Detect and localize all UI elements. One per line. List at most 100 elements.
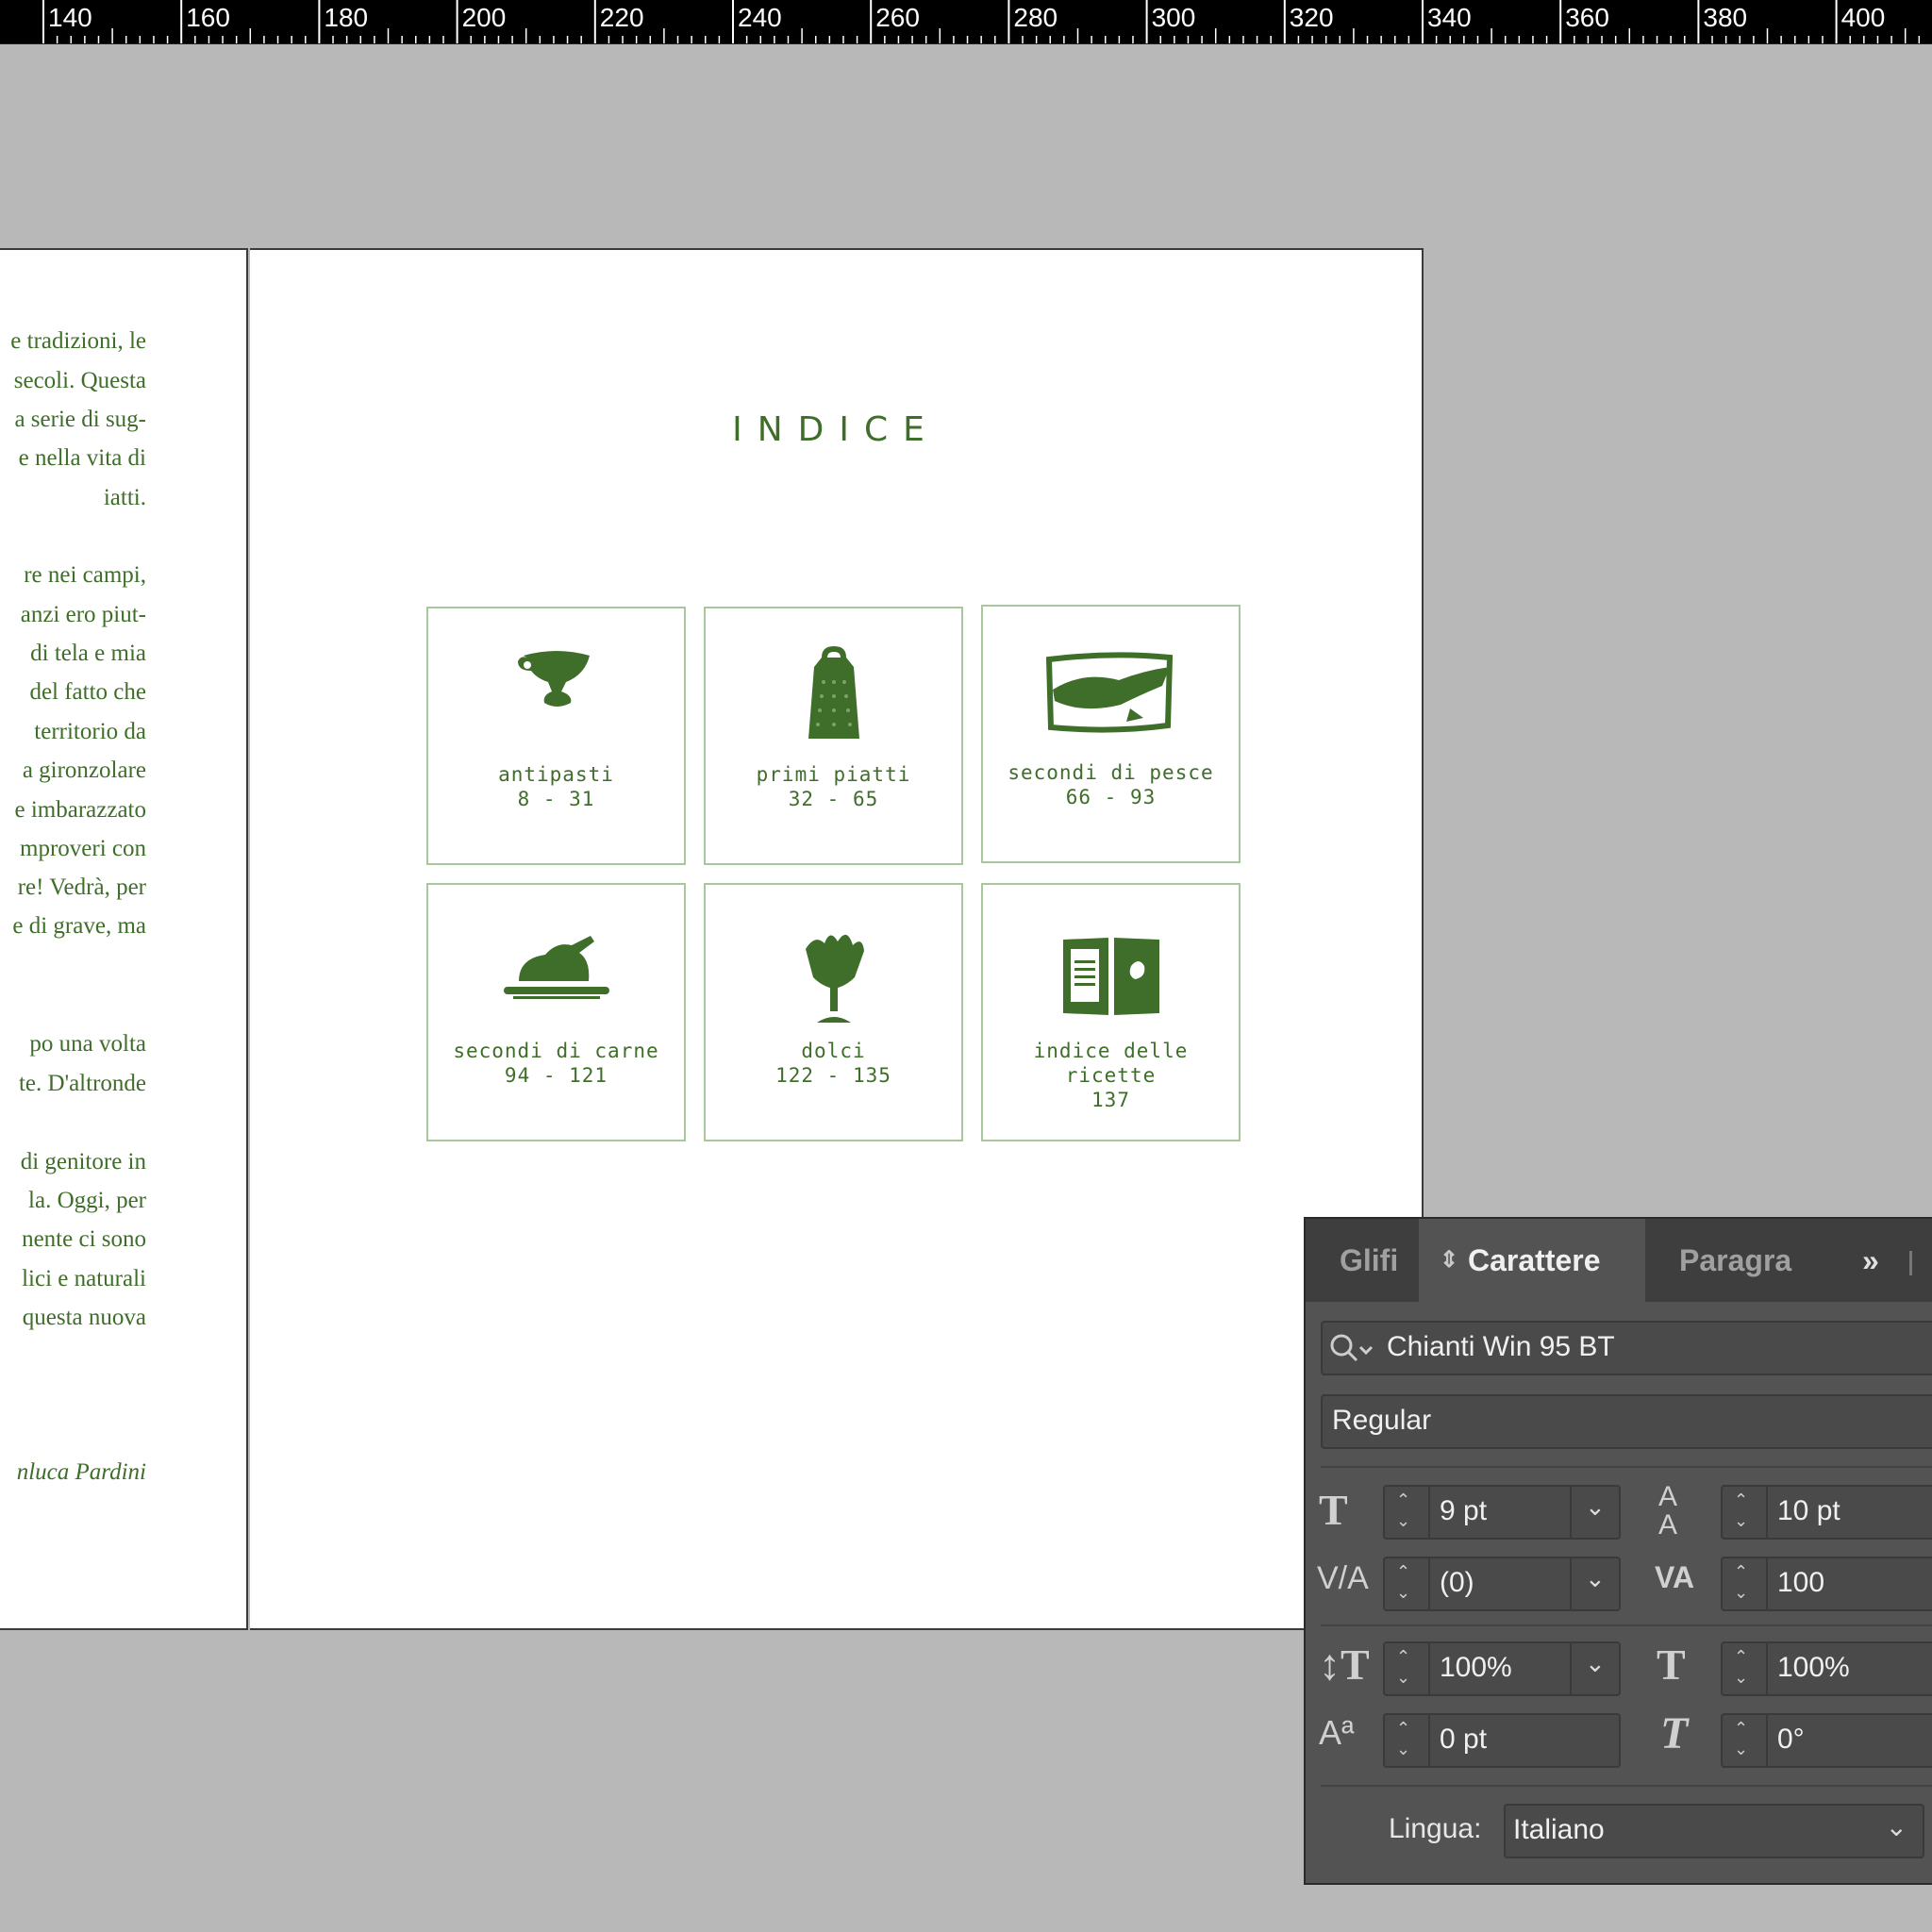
- grater-icon: [808, 646, 859, 739]
- ruler-label: 300: [1152, 3, 1196, 32]
- horizontal-scale-field[interactable]: ⌃ ⌄ 100%: [1721, 1641, 1932, 1696]
- text-line: di tela e mia: [30, 641, 146, 666]
- font-size-stepper[interactable]: ⌃ ⌄: [1385, 1487, 1430, 1538]
- card-label: antipasti 8 - 31: [498, 763, 614, 810]
- sundae-icon: [805, 934, 864, 1023]
- card-dolci[interactable]: dolci 122 - 135: [704, 883, 963, 1141]
- card-indice-delle-ricette[interactable]: indice delle ricette 137: [981, 883, 1241, 1141]
- horizontal-scale-icon: T: [1657, 1641, 1686, 1689]
- separator: [1321, 1785, 1932, 1787]
- text-line: e di grave, ma: [12, 913, 146, 939]
- leading-field[interactable]: ⌃ ⌄ 10 pt: [1721, 1485, 1932, 1540]
- text-line: iatti.: [103, 485, 146, 510]
- tab-paragrafo[interactable]: Paragra: [1679, 1219, 1792, 1302]
- card-secondi-di-carne[interactable]: secondi di carne 94 - 121: [426, 883, 686, 1141]
- separator: [1321, 1466, 1932, 1468]
- ruler-label: 200: [462, 3, 507, 32]
- baseline-shift-field[interactable]: ⌃ ⌄ 0 pt: [1383, 1713, 1621, 1768]
- font-size-field[interactable]: ⌃ ⌄ 9 pt ⌄: [1383, 1485, 1621, 1540]
- character-panel[interactable]: Glifi ⇕ Carattere Paragra » Chianti Win …: [1304, 1217, 1932, 1885]
- gravy-boat-icon: [517, 651, 590, 707]
- text-line: lici e naturali: [22, 1266, 146, 1291]
- card-primi-piatti[interactable]: primi piatti 32 - 65: [704, 607, 963, 865]
- kerning-value: (0): [1440, 1567, 1474, 1598]
- vertical-scale-value: 100%: [1440, 1652, 1512, 1683]
- left-page: e tradizioni, le secoli. Questa a serie di…: [0, 248, 248, 1630]
- tracking-icon: VA: [1655, 1560, 1695, 1594]
- ruler-label: 260: [875, 3, 920, 32]
- horizontal-ruler[interactable]: 140 160 180 200 220 240 260 280 300 320 340 360 380 4…: [0, 0, 1932, 44]
- ruler-label: 320: [1290, 3, 1334, 32]
- chevron-down-icon: ⌄: [1885, 1812, 1907, 1841]
- tracking-stepper[interactable]: ⌃ ⌄: [1723, 1558, 1768, 1609]
- ruler-label: 160: [186, 3, 230, 32]
- tab-carattere-label: Carattere: [1468, 1243, 1601, 1277]
- vertical-scale-field[interactable]: ⌃ ⌄ 100% ⌄: [1383, 1641, 1621, 1696]
- card-label: secondi di pesce 66 - 93: [1008, 761, 1214, 808]
- text-line: e tradizioni, le: [10, 328, 146, 354]
- panel-divider: [1909, 1251, 1912, 1275]
- text-line: e nella vita di: [18, 445, 146, 471]
- ruler-label: 340: [1427, 3, 1472, 32]
- separator: [1321, 1624, 1932, 1626]
- font-style-field[interactable]: Regular: [1321, 1394, 1932, 1449]
- chevron-down-icon[interactable]: ⌄: [1570, 1487, 1619, 1538]
- ruler-label: 140: [48, 3, 92, 32]
- vertical-scale-stepper[interactable]: ⌃ ⌄: [1385, 1643, 1430, 1694]
- text-line: a serie di sug-: [14, 407, 146, 432]
- ruler-label: 280: [1013, 3, 1058, 32]
- font-family-value: Chianti Win 95 BT: [1387, 1331, 1615, 1362]
- leading-stepper[interactable]: ⌃ ⌄: [1723, 1487, 1768, 1538]
- language-select[interactable]: Italiano ⌄: [1504, 1804, 1924, 1858]
- text-line: te. D'altronde: [18, 1071, 146, 1096]
- card-antipasti[interactable]: antipasti 8 - 31: [426, 607, 686, 865]
- skew-field[interactable]: ⌃ ⌄ 0°: [1721, 1713, 1932, 1768]
- card-label: secondi di carne 94 - 121: [453, 1040, 659, 1087]
- author-signature: nluca Pardini: [16, 1459, 146, 1485]
- open-book-icon: [1062, 938, 1159, 1015]
- ruler-label: 400: [1841, 3, 1886, 32]
- ruler-label: 240: [738, 3, 782, 32]
- fish-platter-icon: [1045, 652, 1173, 733]
- text-line: e imbarazzato: [14, 797, 147, 823]
- skew-icon: T: [1660, 1708, 1689, 1758]
- font-size-value: 9 pt: [1440, 1495, 1488, 1526]
- panel-tab-bar: Glifi ⇕ Carattere Paragra »: [1306, 1219, 1932, 1302]
- baseline-shift-stepper[interactable]: ⌃ ⌄: [1385, 1715, 1430, 1766]
- horizontal-scale-stepper[interactable]: ⌃ ⌄: [1723, 1643, 1768, 1694]
- tab-carattere[interactable]: ⇕ Carattere: [1419, 1219, 1645, 1302]
- text-line: territorio da: [34, 719, 146, 744]
- chevron-down-icon[interactable]: ⌄: [1570, 1558, 1619, 1609]
- leading-icon: AA: [1658, 1481, 1678, 1541]
- skew-value: 0°: [1777, 1724, 1805, 1755]
- text-line: mproveri con: [20, 836, 146, 861]
- font-family-field[interactable]: Chianti Win 95 BT: [1321, 1321, 1932, 1375]
- baseline-shift-value: 0 pt: [1440, 1724, 1488, 1755]
- card-label: indice delle ricette 137: [1033, 1040, 1189, 1111]
- vertical-scale-icon: ↕T: [1319, 1641, 1370, 1689]
- kerning-field[interactable]: ⌃ ⌄ (0) ⌄: [1383, 1557, 1621, 1611]
- text-line: nente ci sono: [22, 1226, 146, 1252]
- index-page: INDICE antipasti 8 - 31 primi piatti 32 …: [250, 248, 1424, 1630]
- language-value: Italiano: [1513, 1814, 1605, 1845]
- tab-glifi[interactable]: Glifi: [1340, 1219, 1398, 1302]
- text-line: a gironzolare: [22, 758, 146, 783]
- horizontal-scale-value: 100%: [1777, 1652, 1850, 1683]
- text-line: questa nuova: [22, 1305, 146, 1330]
- kerning-stepper[interactable]: ⌃ ⌄: [1385, 1558, 1430, 1609]
- chevron-down-icon[interactable]: ⌄: [1570, 1643, 1619, 1694]
- panel-expand-icon[interactable]: »: [1862, 1219, 1879, 1302]
- card-label: dolci 122 - 135: [775, 1040, 891, 1087]
- card-secondi-di-pesce[interactable]: secondi di pesce 66 - 93: [981, 605, 1241, 863]
- ruler-label: 380: [1703, 3, 1747, 32]
- text-line: anzi ero piut-: [20, 602, 146, 627]
- skew-stepper[interactable]: ⌃ ⌄: [1723, 1715, 1768, 1766]
- tracking-field[interactable]: ⌃ ⌄ 100: [1721, 1557, 1932, 1611]
- font-style-value: Regular: [1332, 1405, 1432, 1436]
- text-line: secoli. Questa: [13, 368, 146, 393]
- leading-value: 10 pt: [1777, 1495, 1840, 1526]
- ruler-label: 180: [324, 3, 368, 32]
- ruler-label: 220: [600, 3, 644, 32]
- language-label: Lingua:: [1389, 1813, 1482, 1844]
- kerning-icon: V/A: [1317, 1560, 1369, 1596]
